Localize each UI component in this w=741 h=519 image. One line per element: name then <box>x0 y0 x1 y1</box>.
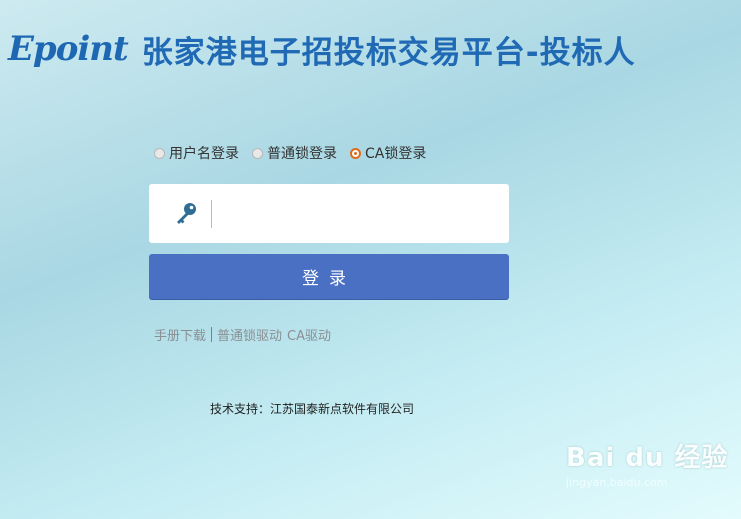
link-divider <box>211 327 213 342</box>
radio-unchecked-icon <box>252 147 263 159</box>
login-type-selector: 用户名登录 普通锁登录 CA锁登录 <box>154 143 439 163</box>
normal-lock-driver-link[interactable]: 普通锁驱动 <box>217 325 282 344</box>
radio-label: 普通锁登录 <box>267 146 337 162</box>
radio-ca-lock-login[interactable]: CA锁登录 <box>350 143 426 163</box>
ca-pin-input[interactable] <box>211 199 500 228</box>
radio-label: 用户名登录 <box>169 146 239 162</box>
radio-label: CA锁登录 <box>365 146 427 162</box>
key-icon <box>177 202 196 224</box>
tech-support-text: 技术支持：江苏国泰新点软件有限公司 <box>210 402 415 416</box>
radio-username-login[interactable]: 用户名登录 <box>154 143 239 163</box>
watermark-url: jingyan.baidu.com <box>566 476 668 489</box>
page-title: 张家港电子招投标交易平台-投标人 <box>141 34 636 71</box>
watermark-main: Bai du 经验 <box>566 443 729 473</box>
header: Epoint 张家港电子招投标交易平台-投标人 <box>8 24 636 74</box>
login-button[interactable]: 登录 <box>149 254 509 299</box>
radio-checked-icon <box>350 147 361 159</box>
baidu-watermark: Bai du 经验 jingyan.baidu.com <box>566 437 729 489</box>
manual-download-link[interactable]: 手册下载 <box>154 325 206 344</box>
ca-pin-field <box>149 184 509 243</box>
download-links: 手册下载 普通锁驱动 CA驱动 <box>154 325 331 344</box>
radio-unchecked-icon <box>154 147 165 159</box>
radio-normal-lock-login[interactable]: 普通锁登录 <box>252 143 337 163</box>
ca-driver-link[interactable]: CA驱动 <box>287 325 331 344</box>
epoint-logo: Epoint <box>8 29 129 69</box>
